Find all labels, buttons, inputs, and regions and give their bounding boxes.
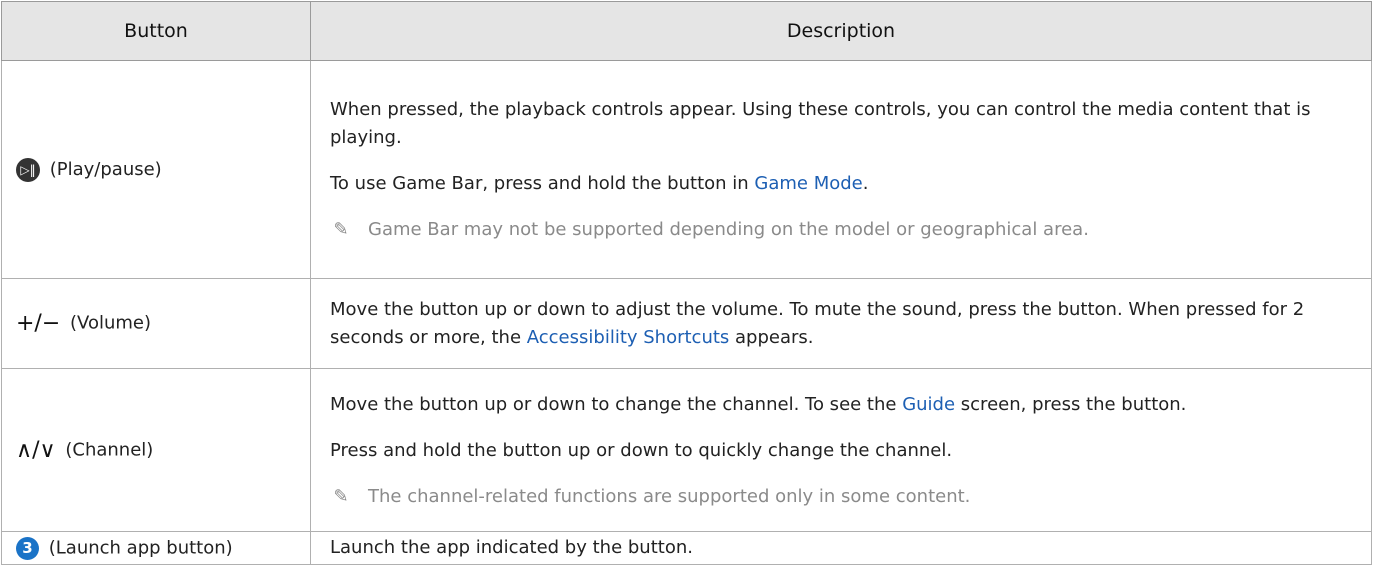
button-cell: +/− (Volume) [1,278,311,369]
button-label: (Volume) [70,312,152,334]
button-cell: 3 (Launch app button) [1,531,311,565]
description-text: Move the button up or down to adjust the… [330,299,1305,348]
number-3-icon: 3 [16,536,39,560]
game-mode-link[interactable]: Game Mode [754,173,862,194]
description-cell: Move the button up or down to change the… [310,368,1372,532]
description-text: To use Game Bar, press and hold the butt… [330,173,869,194]
button-cell: ∧/∨ (Channel) [1,368,311,532]
table-row: ∧/∨ (Channel) Move the button up or down… [1,368,1372,532]
header-description: Description [310,1,1372,61]
description-cell: Move the button up or down to adjust the… [310,278,1372,369]
table-row: 3 (Launch app button) Launch the app ind… [1,531,1372,565]
note-text: The channel-related functions are suppor… [368,485,971,507]
channel-up-down-icon: ∧/∨ [16,437,56,463]
note: ✎ The channel-related functions are suppo… [330,483,1351,511]
table-row: +/− (Volume) Move the button up or down … [1,278,1372,369]
note-text: Game Bar may not be supported depending … [368,219,1089,240]
volume-plus-minus-icon: +/− [16,311,61,336]
button-cell: ▷‖ (Play/pause) [1,60,311,279]
accessibility-shortcuts-link[interactable]: Accessibility Shortcuts [527,327,730,348]
button-label: (Play/pause) [49,158,162,180]
pencil-icon: ✎ [333,219,349,240]
button-description-table: Button Description ▷‖ (Play/pause) When … [1,1,1372,565]
header-button: Button [1,1,311,61]
description-cell: Launch the app indicated by the button. [310,531,1372,565]
table-header-row: Button Description [1,1,1372,61]
description-text: Move the button up or down to change the… [330,393,1187,415]
table-row: ▷‖ (Play/pause) When pressed, the playba… [1,60,1372,279]
play-pause-icon: ▷‖ [16,157,40,182]
description-text: Press and hold the button up or down to … [330,439,953,461]
note: ✎ Game Bar may not be supported depending… [330,216,1351,244]
button-label: (Channel) [65,439,154,460]
button-label: (Launch app button) [48,537,233,558]
pencil-icon: ✎ [333,485,349,507]
guide-link[interactable]: Guide [902,394,955,415]
description-cell: When pressed, the playback controls appe… [310,60,1372,279]
description-text: When pressed, the playback controls appe… [330,99,1311,148]
